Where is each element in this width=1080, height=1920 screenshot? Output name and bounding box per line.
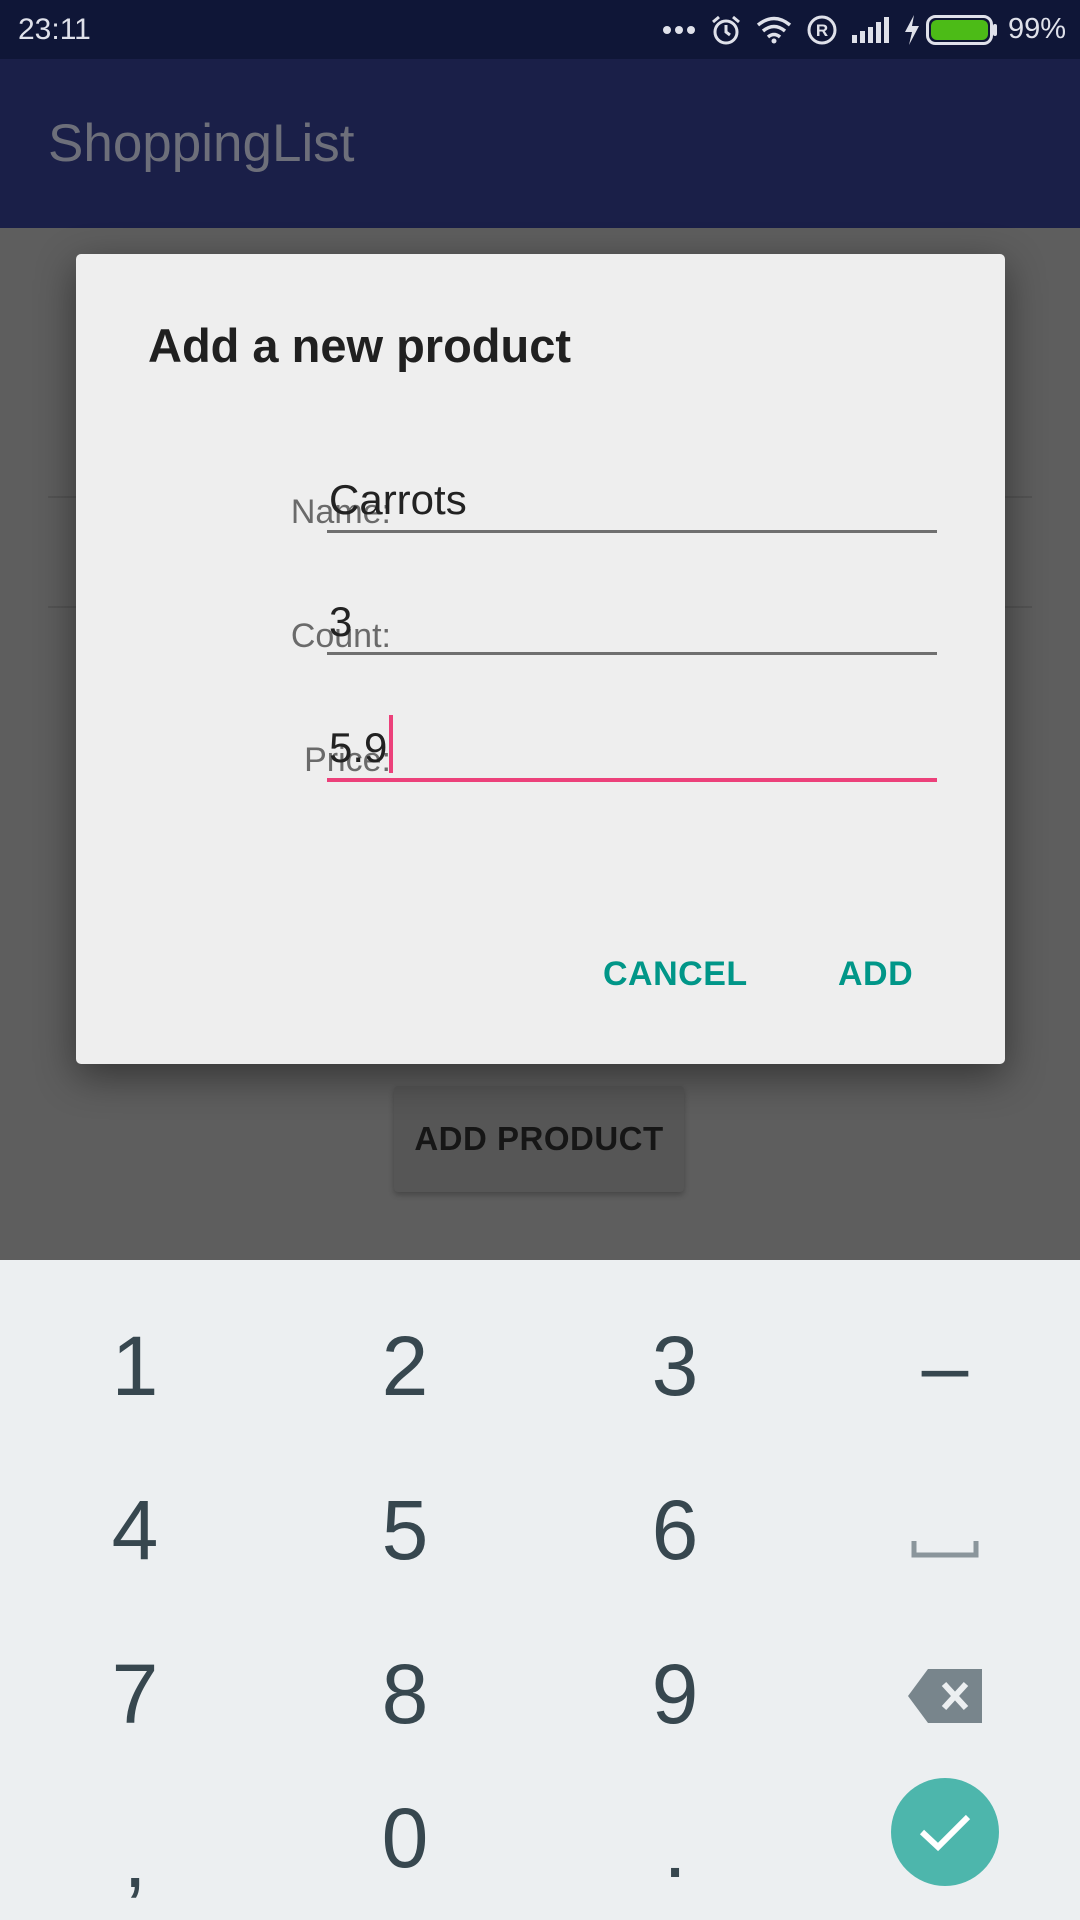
svg-text:R: R bbox=[816, 21, 828, 40]
key-8[interactable]: 8 bbox=[270, 1612, 540, 1776]
charging-icon bbox=[904, 14, 920, 45]
app-bar: ShoppingList bbox=[0, 59, 1080, 228]
key-period[interactable]: . bbox=[540, 1766, 810, 1920]
status-icons: R 99% bbox=[648, 0, 1066, 59]
key-1[interactable]: 1 bbox=[0, 1284, 270, 1448]
key-enter[interactable] bbox=[810, 1750, 1080, 1914]
key-5[interactable]: 5 bbox=[270, 1448, 540, 1612]
key-0[interactable]: 0 bbox=[270, 1756, 540, 1920]
count-value: 3 bbox=[329, 598, 353, 645]
key-6[interactable]: 6 bbox=[540, 1448, 810, 1612]
battery-percent: 99% bbox=[1007, 13, 1066, 45]
name-value: Carrots bbox=[329, 476, 467, 523]
key-3[interactable]: 3 bbox=[540, 1284, 810, 1448]
space-icon bbox=[911, 1482, 979, 1579]
registered-icon: R bbox=[806, 14, 838, 46]
add-product-dialog: Add a new product Name: Carrots Count: 3… bbox=[76, 254, 1005, 1064]
add-product-button: ADD PRODUCT bbox=[394, 1086, 684, 1192]
backspace-icon bbox=[908, 1646, 982, 1743]
status-time: 23:11 bbox=[18, 13, 91, 46]
price-field[interactable]: 5.9 bbox=[327, 715, 937, 782]
price-value: 5.9 bbox=[329, 724, 388, 771]
key-4[interactable]: 4 bbox=[0, 1448, 270, 1612]
count-row: Count: 3 bbox=[76, 596, 1005, 706]
signal-icon bbox=[851, 16, 890, 43]
add-button[interactable]: ADD bbox=[838, 942, 913, 1006]
key-space[interactable] bbox=[810, 1448, 1080, 1612]
price-row: Price: 5.9 bbox=[76, 715, 1005, 832]
name-field[interactable]: Carrots bbox=[327, 470, 937, 533]
cancel-button[interactable]: CANCEL bbox=[603, 942, 748, 1006]
key-7[interactable]: 7 bbox=[0, 1612, 270, 1776]
key-minus[interactable]: – bbox=[810, 1284, 1080, 1448]
key-comma[interactable]: , bbox=[0, 1776, 270, 1920]
enter-check-icon bbox=[891, 1778, 999, 1886]
status-bar: 23:11 R 99% bbox=[0, 0, 1080, 59]
count-field[interactable]: 3 bbox=[327, 592, 937, 655]
alarm-icon bbox=[710, 14, 742, 46]
dialog-title: Add a new product bbox=[148, 319, 571, 372]
battery-icon bbox=[925, 14, 998, 45]
key-2[interactable]: 2 bbox=[270, 1284, 540, 1448]
app-title: ShoppingList bbox=[48, 114, 355, 173]
screen: 23:11 R 99% ShoppingList ADD PRODUCT Add… bbox=[0, 0, 1080, 1920]
wifi-icon bbox=[756, 16, 792, 44]
key-9[interactable]: 9 bbox=[540, 1612, 810, 1776]
more-dots-icon bbox=[662, 25, 696, 35]
name-row: Name: Carrots bbox=[76, 470, 1005, 580]
text-cursor bbox=[389, 715, 394, 773]
numeric-keyboard: 1 2 3 – 4 5 6 7 8 9 , 0 . bbox=[0, 1260, 1080, 1920]
